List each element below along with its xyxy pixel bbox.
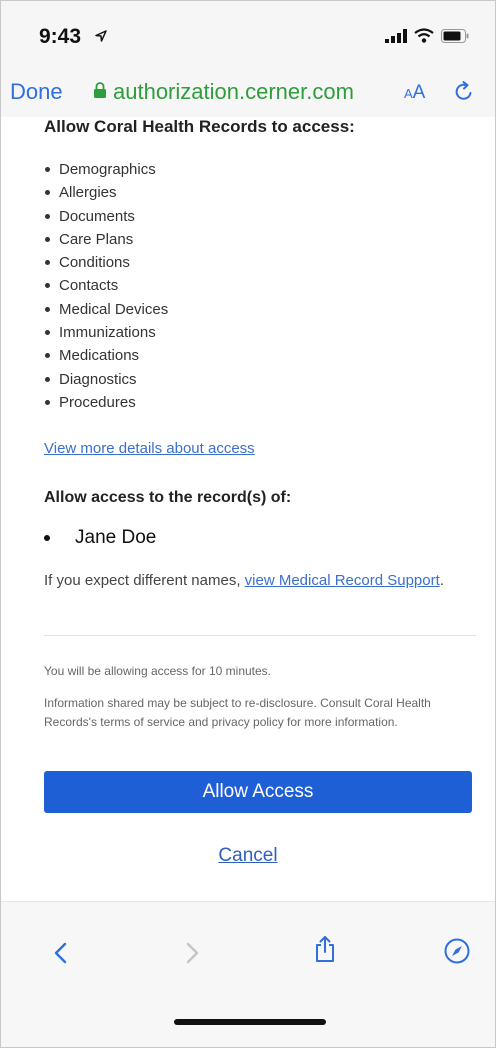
url-text: authorization.cerner.com: [113, 79, 354, 104]
view-details-link[interactable]: View more details about access: [44, 440, 255, 457]
bullet-icon: [44, 535, 50, 541]
text-size-large-a: A: [412, 82, 426, 103]
lock-icon: [93, 81, 107, 104]
text-size-button[interactable]: AA: [404, 82, 425, 104]
list-item: Care Plans: [44, 228, 168, 251]
medical-record-support-link[interactable]: view Medical Record Support: [245, 572, 440, 589]
done-button[interactable]: Done: [10, 79, 63, 105]
access-heading: Allow Coral Health Records to access:: [44, 117, 355, 136]
status-bar: 9:43: [1, 1, 495, 67]
wifi-icon: [414, 28, 434, 48]
list-item: Contacts: [44, 274, 168, 297]
reload-icon[interactable]: [453, 81, 475, 108]
list-item: Allergies: [44, 181, 168, 204]
records-heading: Allow access to the record(s) of:: [44, 489, 292, 506]
forward-icon[interactable]: [186, 942, 200, 969]
list-item: Conditions: [44, 251, 168, 274]
browser-toolbar: [1, 901, 495, 1047]
location-arrow-icon: [95, 29, 107, 47]
status-icons: [385, 28, 469, 48]
scope-list: Demographics Allergies Documents Care Pl…: [44, 158, 168, 414]
list-item: Diagnostics: [44, 368, 168, 391]
address-bar[interactable]: authorization.cerner.com: [93, 79, 354, 105]
patient-row: Jane Doe: [44, 527, 156, 549]
compass-icon[interactable]: [444, 938, 470, 969]
expect-names-text: If you expect different names, view Medi…: [44, 569, 484, 592]
list-item: Medical Devices: [44, 298, 168, 321]
list-item: Demographics: [44, 158, 168, 181]
cellular-signal-icon: [385, 28, 407, 48]
status-time: 9:43: [39, 25, 82, 48]
list-item: Documents: [44, 205, 168, 228]
home-indicator[interactable]: [174, 1019, 326, 1025]
browser-window: 9:43 Done authorization.cerner.com AA Al…: [0, 0, 496, 1048]
list-item: Immunizations: [44, 321, 168, 344]
back-icon[interactable]: [53, 942, 67, 969]
text-size-small-a: A: [404, 86, 413, 101]
divider: [44, 635, 476, 636]
expect-text-suffix: .: [439, 572, 444, 589]
expect-text-prefix: If you expect different names,: [44, 572, 245, 589]
allow-access-button[interactable]: Allow Access: [44, 771, 472, 813]
cancel-link[interactable]: Cancel: [1, 845, 495, 867]
share-icon[interactable]: [314, 935, 336, 968]
access-duration-note: You will be allowing access for 10 minut…: [44, 664, 272, 678]
battery-icon: [441, 28, 469, 48]
disclosure-note: Information shared may be subject to re-…: [44, 696, 431, 729]
list-item: Procedures: [44, 391, 168, 414]
browser-nav-bar: Done authorization.cerner.com AA: [1, 67, 495, 117]
patient-name: Jane Doe: [75, 527, 157, 548]
list-item: Medications: [44, 344, 168, 367]
